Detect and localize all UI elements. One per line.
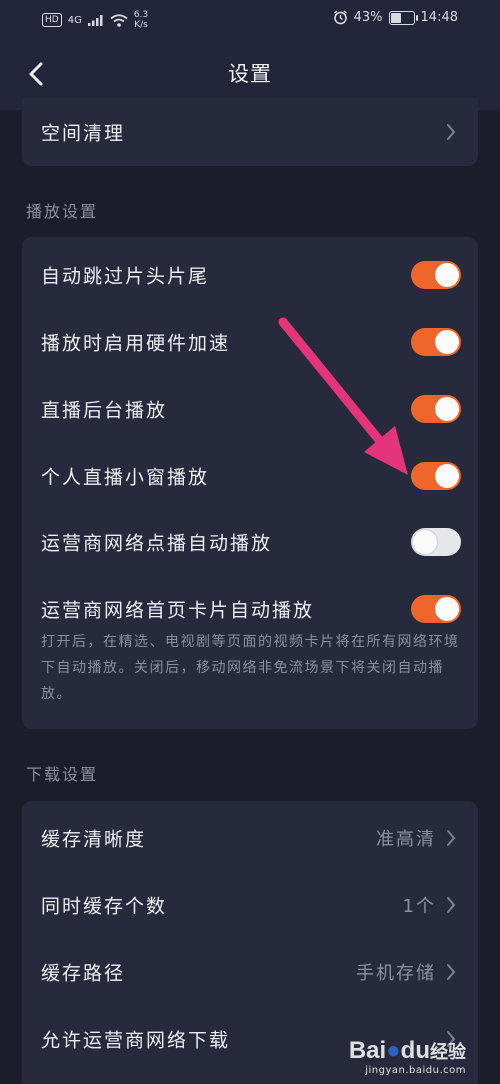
signal-icon xyxy=(87,15,103,26)
chevron-right-icon xyxy=(447,964,456,980)
setting-label: 缓存路径 xyxy=(41,962,126,985)
status-left: HD 4G 6.3 K/s xyxy=(42,10,148,30)
paw-icon: ● xyxy=(386,1037,401,1064)
download-row-path[interactable]: 缓存路径 手机存储 xyxy=(22,939,478,1005)
toggle-knob xyxy=(435,263,459,287)
toggle-knob xyxy=(435,464,459,488)
clock: 14:48 xyxy=(420,10,458,25)
space-clean-row[interactable]: 空间清理 xyxy=(22,99,478,165)
status-bar: HD 4G 6.3 K/s 43% 14:48 xyxy=(0,0,500,38)
setting-label: 同时缓存个数 xyxy=(41,895,168,918)
watermark-url: jingyan.baidu.com xyxy=(365,1065,466,1076)
setting-row-carrier-vod-autoplay[interactable]: 运营商网络点播自动播放 xyxy=(22,509,478,575)
chevron-right-icon xyxy=(447,124,456,140)
setting-label: 缓存清晰度 xyxy=(41,828,147,851)
download-row-concurrent[interactable]: 同时缓存个数 1个 xyxy=(22,872,478,938)
baidu-watermark: Bai●du经验 jingyan.baidu.com xyxy=(349,1037,466,1076)
setting-value: 准高清 xyxy=(376,829,436,850)
setting-label: 个人直播小窗播放 xyxy=(41,466,210,489)
space-clean-card: 空间清理 xyxy=(22,98,478,166)
page-title: 设置 xyxy=(228,62,272,86)
wifi-icon xyxy=(110,13,128,27)
battery-icon xyxy=(388,10,418,25)
play-settings-header: 播放设置 xyxy=(26,202,99,221)
hd-badge: HD xyxy=(42,13,62,27)
setting-label: 允许运营商网络下载 xyxy=(41,1029,231,1052)
carrier-home-autoplay-toggle[interactable] xyxy=(411,595,461,623)
play-settings-card: 自动跳过片头片尾 播放时启用硬件加速 直播后台播放 个人直播小窗播放 运营商网络… xyxy=(22,237,478,729)
alarm-icon xyxy=(333,10,347,25)
baidu-logo: Bai●du经验 xyxy=(348,1037,466,1064)
hw-accel-toggle[interactable] xyxy=(411,328,461,356)
setting-label: 运营商网络首页卡片自动播放 xyxy=(41,599,315,622)
setting-label: 自动跳过片头片尾 xyxy=(41,265,210,288)
setting-value: 手机存储 xyxy=(356,963,436,984)
network-speed: 6.3 K/s xyxy=(133,10,149,30)
personal-live-pip-toggle[interactable] xyxy=(411,462,461,490)
chevron-right-icon xyxy=(447,897,456,913)
setting-row-skip-intro[interactable]: 自动跳过片头片尾 xyxy=(22,242,478,308)
download-row-quality[interactable]: 缓存清晰度 准高清 xyxy=(22,805,478,871)
skip-intro-toggle[interactable] xyxy=(411,261,461,289)
toggle-knob xyxy=(435,397,459,421)
setting-row-live-background[interactable]: 直播后台播放 xyxy=(22,376,478,442)
battery-percent: 43% xyxy=(353,10,383,25)
toggle-knob xyxy=(413,530,437,554)
setting-label: 播放时启用硬件加速 xyxy=(41,332,231,355)
setting-row-hw-accel[interactable]: 播放时启用硬件加速 xyxy=(22,309,478,375)
setting-label: 运营商网络点播自动播放 xyxy=(41,532,273,555)
autoplay-description: 打开后，在精选、电视剧等页面的视频卡片将在所有网络环境下自动播放。关闭后，移动网… xyxy=(41,634,460,702)
carrier-vod-autoplay-toggle[interactable] xyxy=(411,528,461,556)
download-settings-header: 下载设置 xyxy=(26,765,99,784)
network-type: 4G xyxy=(67,14,82,26)
toggle-knob xyxy=(435,330,459,354)
setting-value: 1个 xyxy=(402,896,436,917)
setting-label: 直播后台播放 xyxy=(41,399,168,422)
space-clean-label: 空间清理 xyxy=(41,122,126,145)
chevron-right-icon xyxy=(447,830,456,846)
status-right: 43% 14:48 xyxy=(333,10,458,25)
live-background-toggle[interactable] xyxy=(411,395,461,423)
toggle-knob xyxy=(435,597,459,621)
setting-row-personal-live-pip[interactable]: 个人直播小窗播放 xyxy=(22,443,478,509)
